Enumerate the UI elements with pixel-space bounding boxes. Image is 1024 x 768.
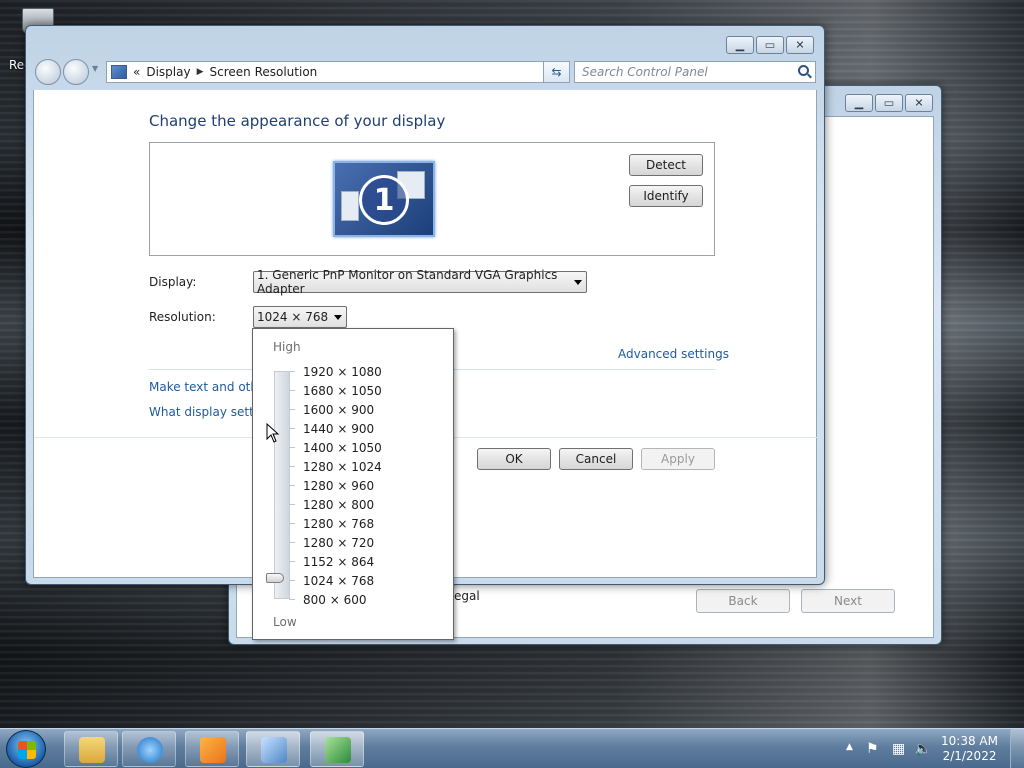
back-button[interactable]: Back (696, 589, 790, 613)
apply-button[interactable]: Apply (641, 448, 715, 470)
media-player-icon[interactable] (185, 731, 239, 767)
slider-tick (289, 428, 295, 429)
resolution-option[interactable]: 1400 × 1050 (303, 441, 382, 455)
slider-tick (289, 447, 295, 448)
slider-tick (289, 504, 295, 505)
display-select[interactable]: 1. Generic PnP Monitor on Standard VGA G… (253, 268, 587, 296)
breadcrumb-chevrons[interactable]: « (133, 65, 140, 79)
slider-tick (289, 580, 295, 581)
file-explorer-icon[interactable] (64, 731, 118, 767)
resolution-slider-track[interactable] (274, 371, 290, 599)
internet-explorer-icon[interactable] (122, 731, 176, 767)
installer-icon[interactable] (310, 731, 364, 767)
search-icon[interactable] (798, 65, 809, 76)
windows-logo-icon (18, 741, 36, 759)
resolution-option[interactable]: 1280 × 960 (303, 479, 374, 493)
clock-time: 10:38 AM (941, 734, 998, 748)
slider-tick (289, 599, 295, 600)
address-bar[interactable]: « Display ▶ Screen Resolution ▼ (106, 61, 570, 83)
minimize-button[interactable]: ▁ (845, 94, 873, 112)
resolution-select-value: 1024 × 768 (257, 310, 329, 324)
resolution-option[interactable]: 1280 × 800 (303, 498, 374, 512)
clock-date: 2/1/2022 (942, 749, 997, 763)
resolution-option[interactable]: 1600 × 900 (303, 403, 374, 417)
slider-tick (289, 523, 295, 524)
resolution-option[interactable]: 1280 × 768 (303, 517, 374, 531)
slider-tick (289, 485, 295, 486)
slider-tick (289, 390, 295, 391)
window-controls: ▁ ▭ ✕ (726, 36, 814, 54)
chevron-down-icon (334, 315, 342, 320)
search-placeholder: Search Control Panel (582, 65, 708, 79)
refresh-button[interactable]: ⇆ (543, 61, 570, 83)
close-button[interactable]: ✕ (786, 36, 814, 54)
system-clock[interactable]: 10:38 AM 2/1/2022 (941, 734, 998, 764)
window-controls: ▁ ▭ ✕ (845, 94, 933, 112)
advanced-settings-link[interactable]: Advanced settings (618, 347, 729, 361)
resolution-option[interactable]: 1280 × 1024 (303, 460, 382, 474)
network-icon[interactable]: ▦ (892, 741, 905, 757)
volume-muted-icon[interactable]: 🔈 (914, 741, 931, 757)
ok-button[interactable]: OK (477, 448, 551, 470)
resolution-label: Resolution: (149, 310, 216, 324)
page-title: Change the appearance of your display (149, 112, 446, 130)
slider-tick (289, 561, 295, 562)
forward-nav-button[interactable] (63, 59, 89, 85)
monitor-number: 1 (359, 175, 409, 225)
slider-tick (289, 371, 295, 372)
resolution-slider-thumb[interactable] (266, 573, 284, 583)
monitor-1-icon[interactable]: 1 (333, 161, 435, 237)
display-select-value: 1. Generic PnP Monitor on Standard VGA G… (257, 268, 558, 296)
search-input[interactable]: Search Control Panel (574, 61, 816, 83)
control-panel-icon (111, 65, 127, 79)
resolution-option[interactable]: 1152 × 864 (303, 555, 374, 569)
next-button[interactable]: Next (801, 589, 895, 613)
recent-pages-dropdown-icon[interactable]: ▼ (92, 64, 98, 73)
detect-button[interactable]: Detect (629, 154, 703, 176)
slider-tick (289, 466, 295, 467)
low-label: Low (273, 615, 297, 629)
identify-button[interactable]: Identify (629, 185, 703, 207)
breadcrumb-display[interactable]: Display (146, 65, 190, 79)
maximize-button[interactable]: ▭ (756, 36, 784, 54)
show-desktop-button[interactable] (1010, 729, 1024, 768)
chevron-down-icon (574, 280, 582, 285)
show-hidden-icons-button[interactable]: ▲ (846, 742, 853, 752)
start-button[interactable] (6, 730, 46, 768)
resolution-select[interactable]: 1024 × 768 (253, 306, 347, 328)
minimize-button[interactable]: ▁ (726, 36, 754, 54)
slider-tick (289, 409, 295, 410)
slider-tick (289, 542, 295, 543)
resolution-option[interactable]: 1280 × 720 (303, 536, 374, 550)
resolution-option[interactable]: 1680 × 1050 (303, 384, 382, 398)
control-panel-icon[interactable] (246, 731, 300, 767)
maximize-button[interactable]: ▭ (875, 94, 903, 112)
taskbar: ▲ ⚑ ▦ 🔈 10:38 AM 2/1/2022 (0, 728, 1024, 768)
breadcrumb-separator-icon[interactable]: ▶ (197, 67, 204, 77)
back-nav-button[interactable] (35, 59, 61, 85)
resolution-dropdown[interactable]: High 1920 × 1080 1680 × 1050 1600 × 900 144… (252, 328, 454, 640)
high-label: High (273, 340, 301, 354)
close-button[interactable]: ✕ (905, 94, 933, 112)
resolution-option[interactable]: 1920 × 1080 (303, 365, 382, 379)
monitor-preview: 1 Detect Identify (149, 142, 715, 256)
action-center-flag-icon[interactable]: ⚑ (866, 741, 879, 757)
breadcrumb-screen-resolution[interactable]: Screen Resolution (210, 65, 318, 79)
wizard-text: egal (454, 589, 480, 603)
cancel-button[interactable]: Cancel (559, 448, 633, 470)
resolution-option[interactable]: 1440 × 900 (303, 422, 374, 436)
resolution-option[interactable]: 1024 × 768 (303, 574, 374, 588)
display-label: Display: (149, 275, 197, 289)
resolution-option[interactable]: 800 × 600 (303, 593, 367, 607)
